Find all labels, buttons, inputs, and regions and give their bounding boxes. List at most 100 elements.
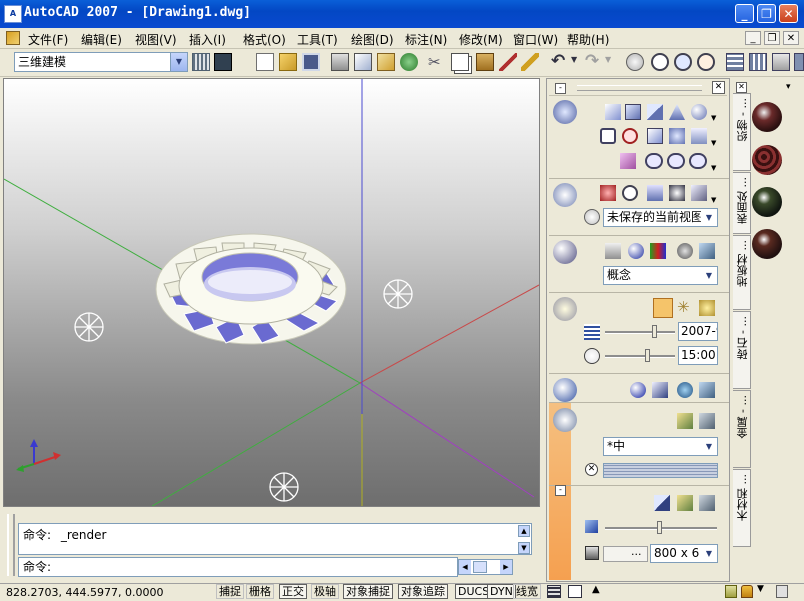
face-color-icon[interactable] [650, 243, 666, 259]
print-preview-icon[interactable] [354, 53, 372, 71]
workspace-tool-icon[interactable] [214, 53, 232, 71]
collapse-icon[interactable]: - [555, 83, 566, 94]
match-properties-icon[interactable] [499, 53, 517, 71]
layout-icon[interactable] [568, 585, 582, 598]
doc-restore-button[interactable]: ❐ [764, 31, 780, 45]
material-swatch-4[interactable] [752, 229, 782, 259]
render-collapse-icon[interactable]: - [555, 485, 566, 496]
autocad-app-icon[interactable]: A [4, 5, 22, 23]
open-icon[interactable] [279, 53, 297, 71]
solids-dropdown-icon[interactable]: ▼ [711, 114, 716, 122]
palette-tab-flooring[interactable]: 地板材 ... [733, 235, 751, 310]
realistic-style-icon[interactable] [628, 243, 644, 259]
scroll-down-icon[interactable]: ▼ [518, 542, 530, 554]
menu-file[interactable]: 文件(F) [28, 31, 68, 48]
pin-icon[interactable] [725, 585, 737, 598]
visual-style-dropdown[interactable]: 概念 ▼ [603, 266, 718, 285]
material-sphere-icon[interactable] [630, 382, 646, 398]
chevron-down-icon[interactable]: ▼ [701, 438, 717, 455]
3d-zoom-icon[interactable] [622, 185, 638, 201]
publish-icon[interactable] [377, 53, 395, 71]
properties-icon[interactable] [726, 53, 744, 71]
visual-styles-manager-icon[interactable] [699, 243, 715, 259]
browse-button[interactable]: ... [631, 545, 642, 558]
close-button[interactable]: ✕ [779, 4, 798, 23]
sphere-icon[interactable] [691, 104, 707, 120]
material-mapping-icon[interactable] [652, 382, 668, 398]
render-size-dropdown[interactable]: 800 x 6 ▼ [650, 544, 718, 563]
doc-close-button[interactable]: ✕ [783, 31, 799, 45]
extrude-icon[interactable] [600, 128, 616, 144]
redo-icon[interactable]: ↷ [585, 51, 599, 71]
chevron-down-icon[interactable]: ▼ [170, 53, 187, 71]
clean-screen-icon[interactable] [776, 585, 788, 598]
time-slider[interactable] [605, 355, 675, 358]
tool-palettes-icon[interactable] [772, 53, 790, 71]
zoom-realtime-icon[interactable] [651, 53, 669, 71]
time-slider-thumb[interactable] [645, 349, 650, 362]
workspace-dropdown[interactable]: 三维建模 ▼ [14, 52, 188, 72]
render-window-icon[interactable] [699, 495, 715, 511]
zoom-previous-icon[interactable] [697, 53, 715, 71]
date-slider-thumb[interactable] [652, 325, 657, 338]
render-crop-icon[interactable] [654, 495, 670, 511]
new-icon[interactable] [256, 53, 274, 71]
modify-dropdown-icon[interactable]: ▼ [711, 139, 716, 147]
wireframe-style-icon[interactable] [605, 243, 621, 259]
palette-tab-fabric[interactable]: 织物 - ... [733, 93, 751, 171]
lock-menu-icon[interactable]: ▼ [757, 584, 764, 594]
3d-dwf-icon[interactable] [400, 53, 418, 71]
menu-window[interactable]: 窗口(W) [513, 31, 558, 48]
loft-icon[interactable] [669, 128, 685, 144]
presspull-icon[interactable] [691, 128, 707, 144]
named-view-icon[interactable] [584, 209, 600, 225]
intersect-icon[interactable] [689, 153, 707, 169]
menu-modify[interactable]: 修改(M) [459, 31, 503, 48]
calendar-icon[interactable] [584, 324, 600, 340]
material-swatch-1[interactable] [752, 102, 782, 132]
menu-tools[interactable]: 工具(T) [297, 31, 338, 48]
otrack-toggle[interactable]: 对象追踪 [398, 584, 448, 599]
doc-minimize-button[interactable]: _ [745, 31, 761, 45]
palette-close-icon[interactable]: ✕ [736, 82, 747, 93]
revolve-icon[interactable] [622, 128, 638, 144]
menu-view[interactable]: 视图(V) [135, 31, 177, 48]
save-icon[interactable] [302, 53, 320, 71]
grid-toggle[interactable]: 栅格 [246, 584, 274, 599]
palette-menu-icon[interactable]: ▾ [786, 82, 800, 92]
sheet-set-icon[interactable] [794, 53, 804, 71]
render-preset-icon[interactable] [699, 413, 715, 429]
render-quality-icon[interactable] [585, 520, 598, 533]
navigate-dropdown-icon[interactable]: ▼ [711, 196, 716, 204]
material-dropdown[interactable]: *中 ▼ [603, 437, 718, 456]
menu-format[interactable]: 格式(O) [243, 31, 286, 48]
command-grip[interactable] [7, 514, 15, 576]
chevron-down-icon[interactable]: ▼ [701, 545, 717, 562]
subtract-icon[interactable] [667, 153, 685, 169]
dyn-toggle[interactable]: DYN [487, 584, 516, 599]
undo-icon[interactable]: ↶ [551, 51, 565, 71]
render-region-icon[interactable] [677, 413, 693, 429]
3d-make-section-icon[interactable] [553, 100, 577, 124]
command-input[interactable]: 命令: [18, 557, 458, 577]
ortho-toggle[interactable]: 正交 [279, 584, 307, 599]
material-swatch-2[interactable] [752, 145, 782, 175]
render-button-icon[interactable] [677, 495, 693, 511]
output-size-icon[interactable] [585, 546, 599, 560]
lights-section-icon[interactable] [553, 297, 577, 321]
zoom-window-icon[interactable] [674, 53, 692, 71]
render-quality-thumb[interactable] [657, 521, 662, 534]
material-attach-icon[interactable] [699, 382, 715, 398]
restore-button[interactable]: ❐ [757, 4, 776, 23]
teapot-icon[interactable] [553, 408, 577, 432]
pan-icon[interactable] [626, 53, 644, 71]
menu-dimension[interactable]: 标注(N) [405, 31, 447, 48]
polar-toggle[interactable]: 极轴 [311, 584, 339, 599]
undo-dropdown-icon[interactable]: ▼ [571, 55, 577, 64]
clear-icon[interactable]: ✕ [585, 463, 598, 476]
lock-icon[interactable] [741, 585, 753, 598]
visual-styles-section-icon[interactable] [553, 240, 577, 264]
palette-tab-masonry[interactable]: 砖石 - ... [733, 311, 751, 389]
wedge-icon[interactable] [647, 104, 663, 120]
scroll-right-icon[interactable]: ▶ [500, 560, 512, 574]
